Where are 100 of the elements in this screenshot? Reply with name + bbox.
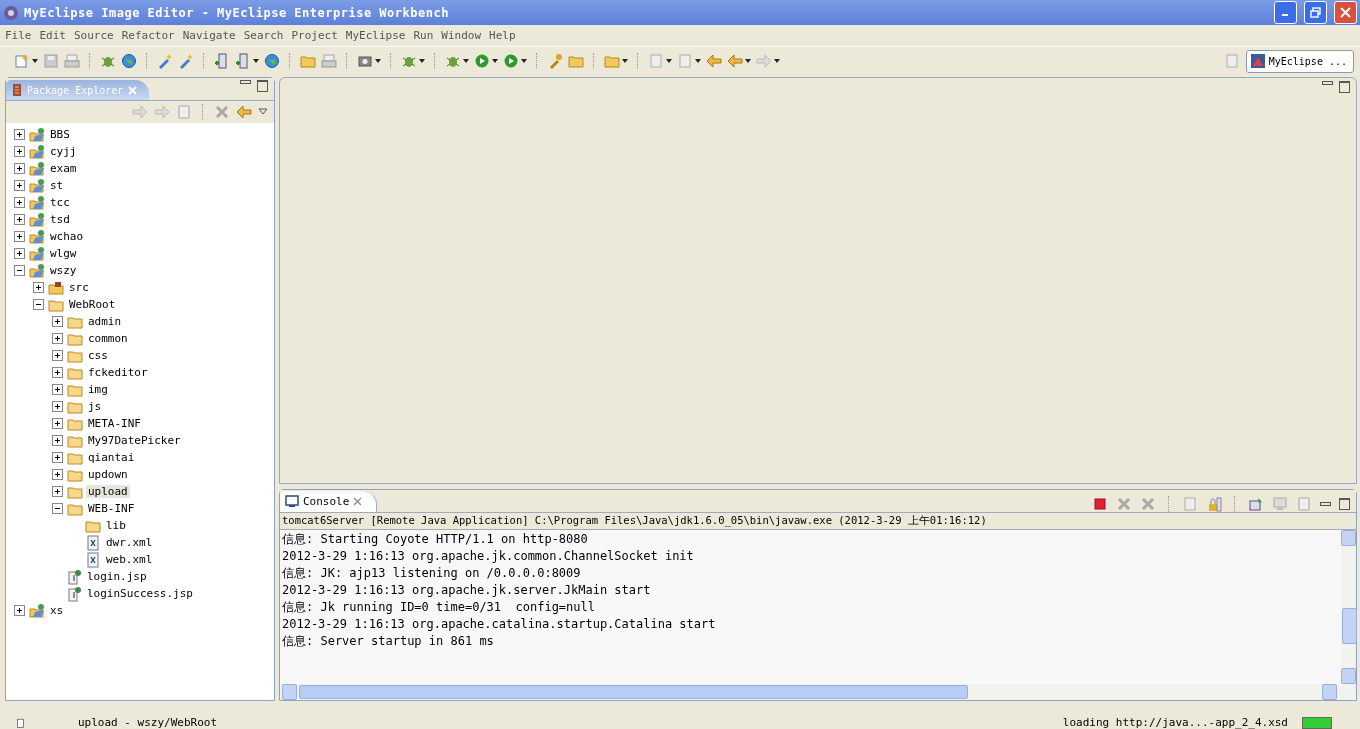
menu-item[interactable]: MyEclipse xyxy=(342,29,409,42)
perspective-button[interactable]: MyEclipse ... xyxy=(1245,49,1354,73)
expand-icon[interactable] xyxy=(14,231,25,242)
expand-icon[interactable] xyxy=(14,197,25,208)
dropdown-caret-icon[interactable] xyxy=(774,59,780,63)
tree-item[interactable]: upload xyxy=(86,485,130,498)
stop-icon[interactable] xyxy=(1092,496,1108,512)
expand-icon[interactable] xyxy=(52,367,63,378)
menu-item[interactable]: Edit xyxy=(36,29,69,42)
dropdown-caret-icon[interactable] xyxy=(492,59,498,63)
menu-item[interactable]: Run xyxy=(410,29,437,42)
globe-icon[interactable] xyxy=(121,53,137,69)
tree-item[interactable]: loginSuccess.jsp xyxy=(85,587,195,600)
expand-icon[interactable] xyxy=(52,469,63,480)
tree-item[interactable]: css xyxy=(86,349,110,362)
tree-item[interactable]: admin xyxy=(86,315,124,328)
menu-item[interactable]: Help xyxy=(486,29,519,42)
expand-icon[interactable] xyxy=(33,282,44,293)
expand-icon[interactable] xyxy=(14,248,25,259)
tree-item[interactable]: exam xyxy=(48,162,79,175)
camera-icon[interactable] xyxy=(357,53,373,69)
expand-icon[interactable] xyxy=(14,163,25,174)
tree-item[interactable]: qiantai xyxy=(86,451,137,464)
expand-icon[interactable] xyxy=(52,418,63,429)
maximize-icon[interactable] xyxy=(1339,498,1350,510)
expand-icon[interactable] xyxy=(14,146,25,157)
dropdown-caret-icon[interactable] xyxy=(521,59,527,63)
vertical-scrollbar[interactable] xyxy=(1341,530,1356,684)
minimize-icon[interactable] xyxy=(1320,502,1331,506)
tree-item[interactable]: fckeditor xyxy=(86,366,150,379)
close-button[interactable] xyxy=(1334,1,1357,24)
menu-item[interactable]: Project xyxy=(288,29,341,42)
dropdown-caret-icon[interactable] xyxy=(622,59,628,63)
expand-icon[interactable] xyxy=(52,401,63,412)
minimize-button[interactable] xyxy=(1274,1,1297,24)
expand-icon[interactable] xyxy=(52,486,63,497)
tree-item[interactable]: js xyxy=(86,400,104,413)
close-icon[interactable] xyxy=(353,497,363,506)
pin-icon[interactable] xyxy=(1248,496,1264,512)
horizontal-scrollbar[interactable] xyxy=(280,684,1356,700)
minimize-icon[interactable] xyxy=(240,80,251,84)
tree-item[interactable]: wszy xyxy=(48,264,79,277)
server-icon[interactable] xyxy=(214,53,230,69)
menu-item[interactable]: Window xyxy=(438,29,485,42)
menu-item[interactable]: Refactor xyxy=(118,29,178,42)
run-icon[interactable] xyxy=(474,53,490,69)
minimize-icon[interactable] xyxy=(1322,81,1333,85)
maximize-icon[interactable] xyxy=(257,80,268,92)
tree-item[interactable]: img xyxy=(86,383,110,396)
collapse-icon[interactable] xyxy=(52,503,63,514)
dropdown-caret-icon[interactable] xyxy=(745,59,751,63)
dropdown-caret-icon[interactable] xyxy=(463,59,469,63)
tree-item[interactable]: META-INF xyxy=(86,417,143,430)
view-menu-icon[interactable] xyxy=(258,108,268,116)
expand-icon[interactable] xyxy=(52,384,63,395)
tree-item[interactable]: My97DatePicker xyxy=(86,434,183,447)
maximize-icon[interactable] xyxy=(1339,81,1350,93)
tree-item[interactable]: xs xyxy=(48,604,66,617)
expand-icon[interactable] xyxy=(52,452,63,463)
dropdown-caret-icon[interactable] xyxy=(375,59,381,63)
menu-item[interactable]: Search xyxy=(240,29,287,42)
globe-icon[interactable] xyxy=(264,53,280,69)
expand-icon[interactable] xyxy=(52,333,63,344)
tree-item[interactable]: st xyxy=(48,179,66,192)
tree-item[interactable]: updown xyxy=(86,468,130,481)
restore-button[interactable] xyxy=(1304,1,1327,24)
expand-icon[interactable] xyxy=(14,180,25,191)
tree-item[interactable]: tsd xyxy=(48,213,72,226)
menu-item[interactable]: Source xyxy=(71,29,117,42)
run-icon[interactable] xyxy=(503,53,519,69)
wizard-icon[interactable] xyxy=(178,53,194,69)
wizard-icon[interactable] xyxy=(157,53,173,69)
tree-item[interactable]: src xyxy=(67,281,91,294)
expand-icon[interactable] xyxy=(52,350,63,361)
server-icon[interactable] xyxy=(235,53,251,69)
expand-icon[interactable] xyxy=(52,435,63,446)
arrow-left-icon[interactable] xyxy=(236,104,252,120)
menu-item[interactable]: File xyxy=(2,29,35,42)
tree-item[interactable]: cyjj xyxy=(48,145,79,158)
expand-icon[interactable] xyxy=(52,316,63,327)
collapse-icon[interactable] xyxy=(33,299,44,310)
tree-item[interactable]: WebRoot xyxy=(67,298,118,311)
tree-item[interactable]: web.xml xyxy=(104,553,155,566)
tree-item[interactable]: wlgw xyxy=(48,247,79,260)
tree-item[interactable]: WEB-INF xyxy=(86,502,137,515)
dropdown-caret-icon[interactable] xyxy=(419,59,425,63)
collapse-icon[interactable] xyxy=(14,265,25,276)
dropdown-caret-icon[interactable] xyxy=(253,59,259,63)
tree-item[interactable]: lib xyxy=(104,519,128,532)
dropdown-caret-icon[interactable] xyxy=(695,59,701,63)
tree-item[interactable]: tcc xyxy=(48,196,72,209)
dropdown-caret-icon[interactable] xyxy=(32,59,38,63)
tree-item[interactable]: dwr.xml xyxy=(104,536,155,549)
tree-item[interactable]: wchao xyxy=(48,230,86,243)
tree-item[interactable]: login.jsp xyxy=(85,570,149,583)
console-tab[interactable]: Console xyxy=(280,491,378,512)
dropdown-caret-icon[interactable] xyxy=(666,59,672,63)
tree-item[interactable]: common xyxy=(86,332,130,345)
expand-icon[interactable] xyxy=(14,129,25,140)
tree-item[interactable]: BBS xyxy=(48,128,72,141)
